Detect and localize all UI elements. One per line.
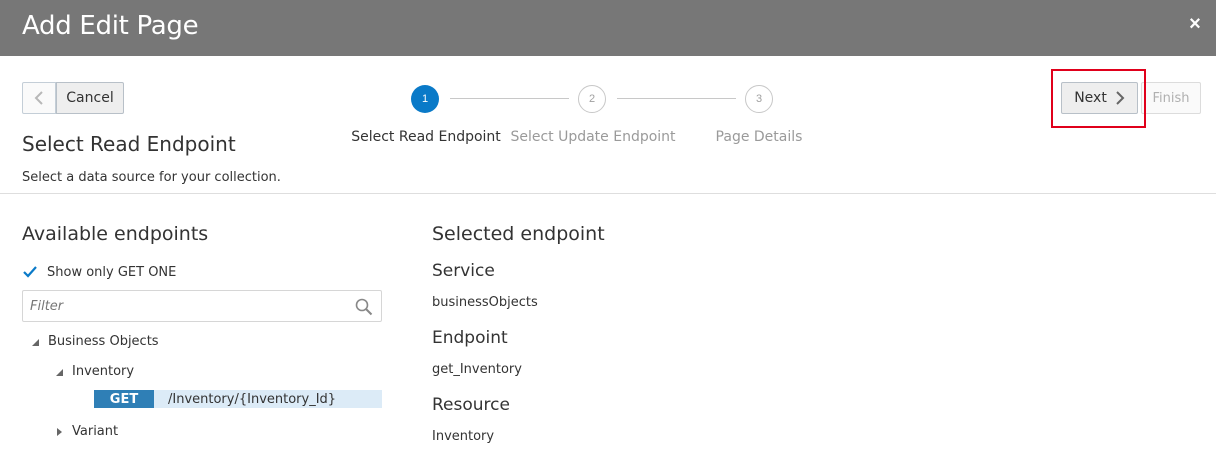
- tree-node-label: Variant: [72, 424, 119, 439]
- finish-button[interactable]: Finish: [1141, 82, 1201, 114]
- tree-node-variant[interactable]: Variant: [54, 424, 118, 439]
- next-button[interactable]: Next: [1061, 82, 1138, 114]
- step-1-label[interactable]: Select Read Endpoint: [351, 129, 501, 145]
- endpoint-value: get_Inventory: [432, 362, 522, 377]
- service-value: businessObjects: [432, 295, 538, 310]
- dialog-title: Add Edit Page: [22, 11, 199, 41]
- dialog-titlebar: Add Edit Page ×: [0, 0, 1216, 56]
- step-2-label[interactable]: Select Update Endpoint: [510, 129, 675, 145]
- cancel-button[interactable]: Cancel: [56, 82, 124, 114]
- selected-endpoint-title: Selected endpoint: [432, 223, 605, 245]
- endpoint-row-get-inventory[interactable]: GET /Inventory/{Inventory_Id}: [94, 390, 382, 408]
- endpoint-path: /Inventory/{Inventory_Id}: [168, 391, 337, 407]
- tree-node-inventory[interactable]: Inventory: [54, 364, 134, 379]
- step-3-label[interactable]: Page Details: [716, 129, 803, 145]
- checkbox-label: Show only GET ONE: [47, 264, 177, 280]
- method-badge: GET: [94, 390, 154, 408]
- close-icon[interactable]: ×: [1186, 14, 1204, 34]
- tree-node-label: Inventory: [72, 364, 135, 379]
- step-3-indicator[interactable]: 3: [745, 85, 773, 113]
- resource-label: Resource: [432, 395, 510, 415]
- divider: [0, 193, 1216, 194]
- filter-input[interactable]: [23, 291, 343, 321]
- step-connector: [617, 98, 736, 99]
- checkmark-icon[interactable]: [22, 264, 38, 280]
- chevron-left-icon: [34, 91, 43, 105]
- step-2-indicator[interactable]: 2: [578, 85, 606, 113]
- filter-field[interactable]: [22, 290, 382, 322]
- expanded-triangle-icon[interactable]: [54, 367, 64, 377]
- page-description: Select a data source for your collection…: [22, 170, 281, 185]
- resource-value: Inventory: [432, 429, 495, 444]
- tree-node-business-objects[interactable]: Business Objects: [30, 334, 159, 349]
- back-button[interactable]: [22, 82, 56, 114]
- chevron-right-icon: [1116, 91, 1125, 105]
- expanded-triangle-icon[interactable]: [30, 337, 40, 347]
- service-label: Service: [432, 261, 495, 281]
- collapsed-triangle-icon[interactable]: [54, 427, 64, 437]
- show-only-get-one-checkbox[interactable]: Show only GET ONE: [22, 264, 176, 280]
- page-heading: Select Read Endpoint: [22, 132, 236, 156]
- available-endpoints-title: Available endpoints: [22, 223, 209, 245]
- search-icon[interactable]: [355, 298, 373, 316]
- step-connector: [450, 98, 569, 99]
- next-button-label: Next: [1074, 90, 1107, 106]
- endpoint-label: Endpoint: [432, 328, 508, 348]
- step-1-indicator[interactable]: 1: [411, 85, 439, 113]
- tree-node-label: Business Objects: [48, 334, 159, 349]
